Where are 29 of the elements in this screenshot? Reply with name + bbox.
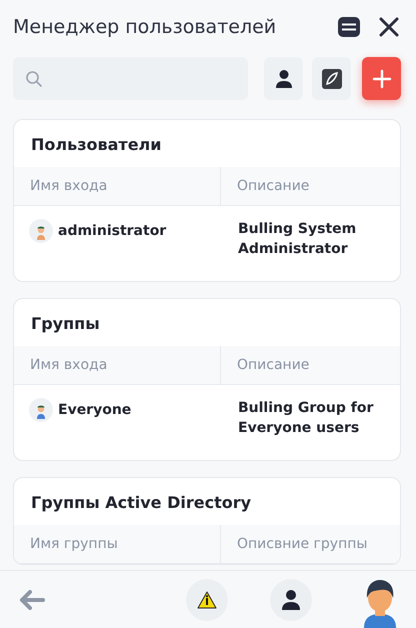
account-description: Bulling System Administrator (237, 220, 358, 259)
avatar-icon (29, 219, 53, 243)
section-title: Группы (30, 313, 101, 335)
account-name: administrator (58, 223, 166, 239)
search-field[interactable] (13, 57, 248, 100)
section-title: Группы Active Directory (30, 492, 252, 514)
user-icon (281, 588, 301, 610)
account-description: Bulling Group for Everyone users (237, 399, 374, 438)
section-title: Пользователи (30, 134, 162, 156)
user-button[interactable] (270, 578, 312, 620)
menu-button[interactable] (336, 14, 362, 40)
avatar-icon (29, 398, 53, 422)
account-name: Everyone (58, 402, 132, 418)
column-header: Имя группы (14, 525, 221, 564)
window-title: Менеджер пользователей (13, 16, 278, 38)
profile-avatar-icon (362, 578, 398, 628)
plus-icon (372, 68, 392, 88)
add-button[interactable] (362, 57, 401, 100)
search-icon (25, 70, 43, 88)
info-button[interactable] (186, 578, 228, 620)
column-header: Описание (221, 167, 400, 206)
user-icon (274, 68, 292, 88)
column-header: Имя входа (14, 167, 221, 206)
warning-icon (197, 590, 217, 608)
column-header: Имя входа (14, 346, 221, 385)
user-button[interactable] (264, 57, 303, 100)
column-header: Описание (221, 346, 400, 385)
column-header: Описвние группы (221, 525, 400, 564)
edit-button[interactable] (312, 57, 351, 100)
